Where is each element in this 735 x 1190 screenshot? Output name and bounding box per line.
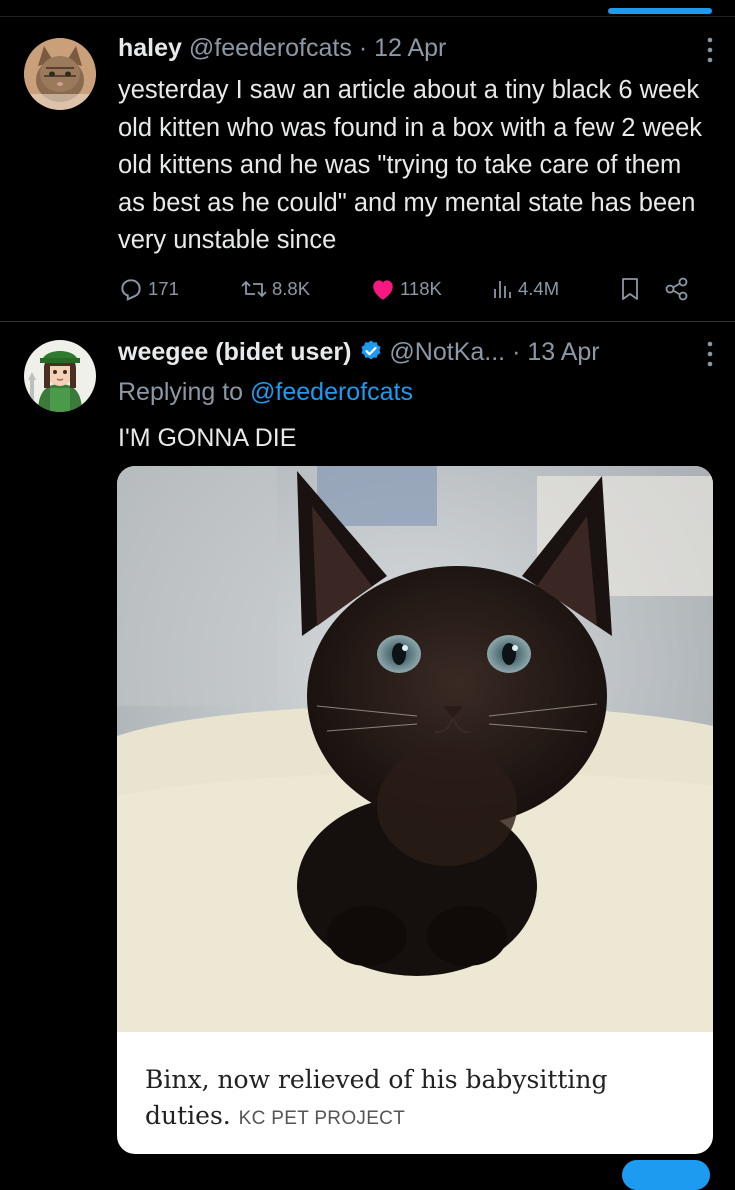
kitten-photo[interactable]	[117, 466, 713, 1032]
tweet-date[interactable]: 13 Apr	[527, 338, 599, 366]
like-count: 118K	[400, 278, 442, 299]
retweet-icon	[240, 276, 268, 302]
user-handle[interactable]: @NotKa...	[389, 338, 505, 366]
news-card[interactable]: Binx, now relieved of his babysitting du…	[117, 466, 713, 1154]
tweet-actions: 171 8.8K 118K 4.4M	[118, 274, 705, 304]
separator-dot: ·	[512, 338, 521, 366]
heart-icon	[370, 277, 396, 301]
scroll-indicator	[608, 8, 712, 14]
divider	[0, 16, 735, 17]
tweet-date[interactable]: 12 Apr	[374, 34, 446, 62]
compose-button-edge[interactable]	[622, 1160, 710, 1190]
replying-prefix: Replying to	[118, 378, 244, 406]
display-name[interactable]: weegee (bidet user)	[118, 338, 351, 366]
more-icon[interactable]	[707, 340, 713, 368]
tweet-weegee[interactable]: weegee (bidet user) @NotKa... · 13 Apr Re…	[0, 322, 735, 1172]
views-button[interactable]: 4.4M	[492, 274, 559, 304]
replying-mention[interactable]: @feederofcats	[250, 378, 413, 406]
reply-button[interactable]: 171	[118, 274, 179, 304]
retweet-button[interactable]: 8.8K	[240, 274, 310, 304]
tweet-header: weegee (bidet user) @NotKa... · 13 Apr	[118, 338, 715, 370]
photo-credit: KC PET PROJECT	[238, 1108, 406, 1129]
share-button[interactable]	[664, 274, 690, 304]
tweet-header: haley @feederofcats · 12 Apr	[118, 34, 715, 63]
tweet-text: yesterday I saw an article about a tiny …	[118, 76, 702, 254]
views-icon	[492, 277, 514, 301]
more-icon[interactable]	[707, 36, 713, 64]
avatar[interactable]	[24, 38, 96, 110]
separator-dot: ·	[358, 34, 368, 62]
retweet-count: 8.8K	[272, 278, 311, 299]
card-caption: Binx, now relieved of his babysitting du…	[145, 1062, 693, 1137]
views-count: 4.4M	[518, 278, 560, 299]
avatar[interactable]	[24, 340, 96, 412]
like-button[interactable]: 118K	[370, 274, 442, 304]
user-handle[interactable]: @feederofcats	[189, 34, 352, 62]
display-name[interactable]: haley	[118, 34, 182, 62]
verified-icon	[359, 339, 383, 370]
tweet-haley[interactable]: haley @feederofcats · 12 Apr yesterday I…	[0, 28, 735, 322]
reply-icon	[118, 276, 144, 302]
bookmark-icon	[620, 276, 640, 302]
reply-count: 171	[148, 278, 179, 299]
tweet-text: I'M GONNA DIE	[118, 424, 297, 452]
replying-to: Replying to @feederofcats	[118, 378, 413, 407]
bookmark-button[interactable]	[620, 274, 640, 304]
share-icon	[664, 276, 690, 302]
